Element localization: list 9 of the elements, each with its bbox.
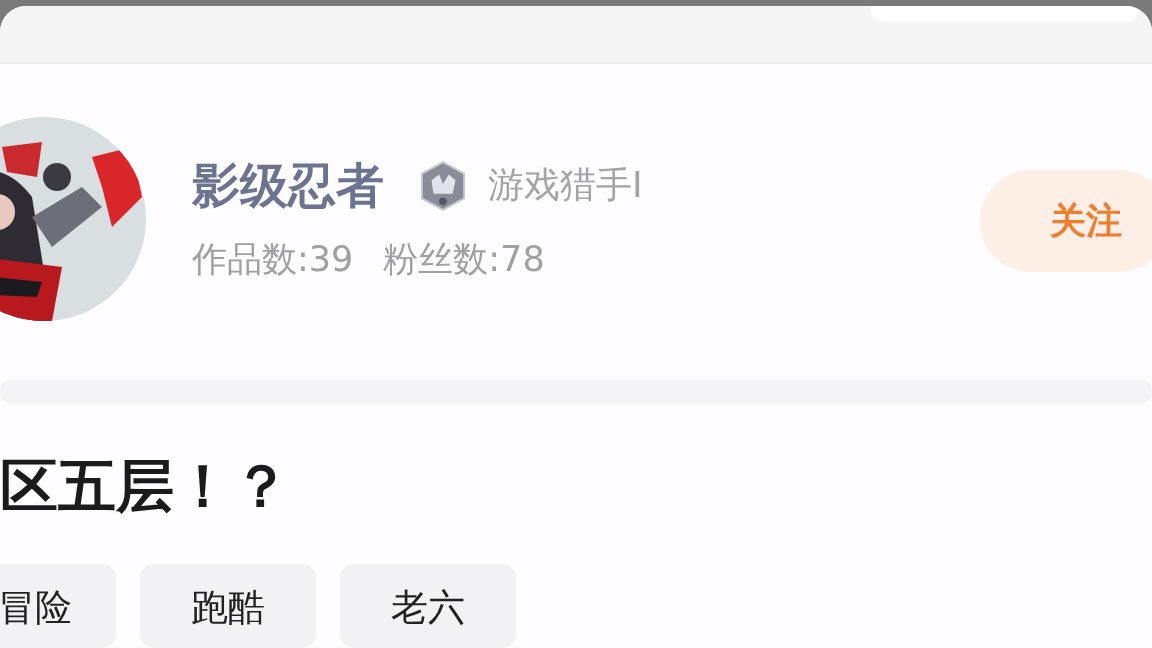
user-title: 游戏猎手I bbox=[488, 163, 643, 208]
stat-text: 粉丝数:78 bbox=[383, 237, 545, 281]
badge-icon bbox=[420, 160, 466, 211]
user-name: 影级忍者 bbox=[192, 155, 384, 215]
tag-chip[interactable]: 老六 bbox=[340, 564, 516, 648]
post-title: 区五层！？ bbox=[0, 451, 291, 522]
tag-chip[interactable]: 冒险 bbox=[0, 564, 116, 648]
tag-chip[interactable]: 跑酷 bbox=[140, 564, 316, 648]
stat-text: 作品数:39 bbox=[192, 237, 354, 281]
